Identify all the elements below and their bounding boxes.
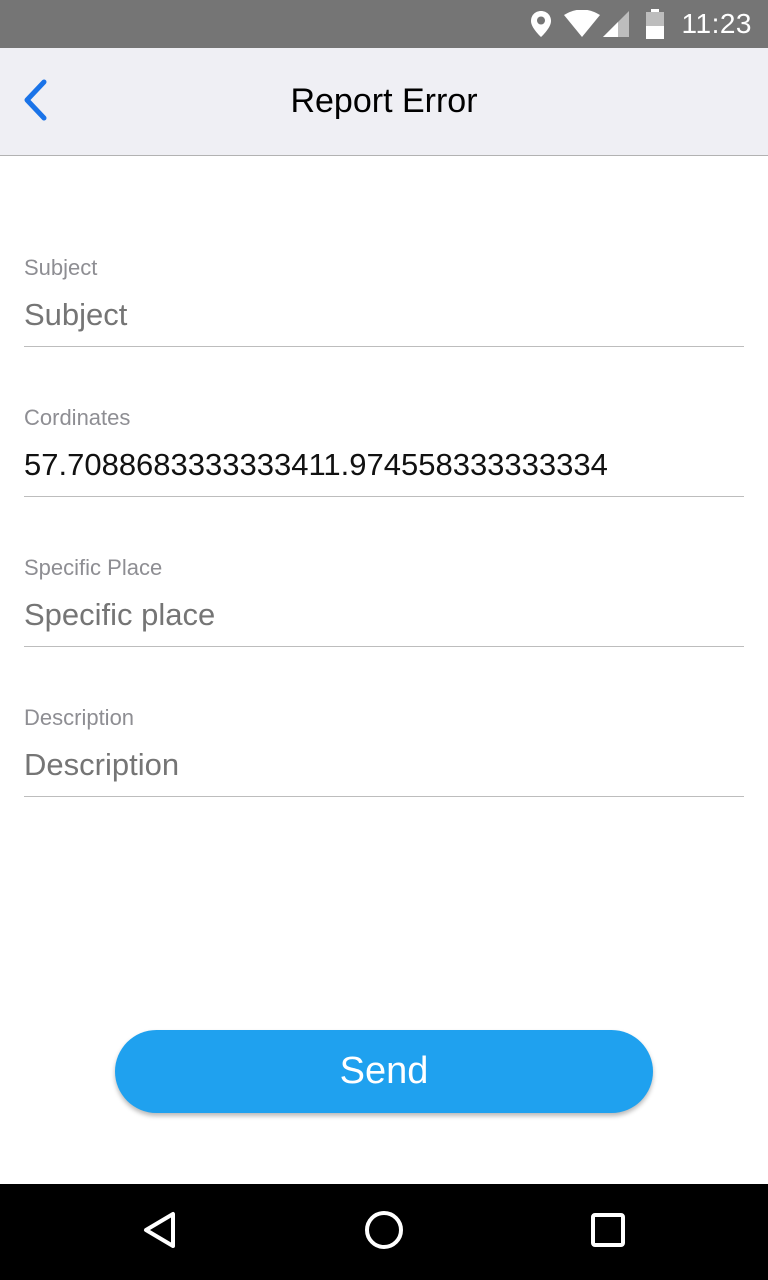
battery-icon (645, 9, 664, 39)
description-input[interactable] (24, 737, 744, 793)
navigation-bar (0, 1184, 768, 1280)
back-button[interactable] (12, 76, 60, 128)
coordinates-label: Cordinates (24, 405, 131, 430)
recents-square-icon (590, 1212, 626, 1253)
nav-back-button[interactable] (136, 1208, 184, 1256)
status-icons: 11:23 (518, 0, 753, 48)
coordinates-input[interactable] (24, 437, 744, 493)
specific-place-field: Specific Place (24, 555, 744, 665)
subject-field: Subject (24, 255, 744, 365)
app-bar: Report Error (0, 48, 768, 156)
specific-place-input[interactable] (24, 587, 744, 643)
location-icon (530, 10, 552, 38)
send-button[interactable]: Send (115, 1030, 653, 1113)
description-label: Description (24, 705, 135, 730)
nav-recents-button[interactable] (584, 1208, 632, 1256)
description-underline (24, 796, 744, 797)
coordinates-underline (24, 496, 744, 497)
subject-label: Subject (24, 255, 98, 280)
subject-underline (24, 346, 744, 347)
status-bar: 11:23 (0, 0, 768, 48)
specific-place-underline (24, 646, 744, 647)
chevron-left-icon (22, 79, 50, 126)
coordinates-field: Cordinates (24, 405, 744, 515)
report-error-screen: 11:23 Report Error Subject Cordinates Sp… (0, 0, 768, 1280)
page-title: Report Error (290, 82, 478, 120)
status-time: 11:23 (681, 8, 752, 39)
nav-home-button[interactable] (360, 1208, 408, 1256)
specific-place-label: Specific Place (24, 555, 163, 580)
wifi-icon (563, 10, 600, 38)
subject-input[interactable] (24, 287, 744, 343)
back-triangle-icon (140, 1210, 180, 1255)
description-field: Description (24, 705, 744, 815)
home-circle-icon (363, 1209, 405, 1256)
signal-icon (602, 10, 630, 38)
